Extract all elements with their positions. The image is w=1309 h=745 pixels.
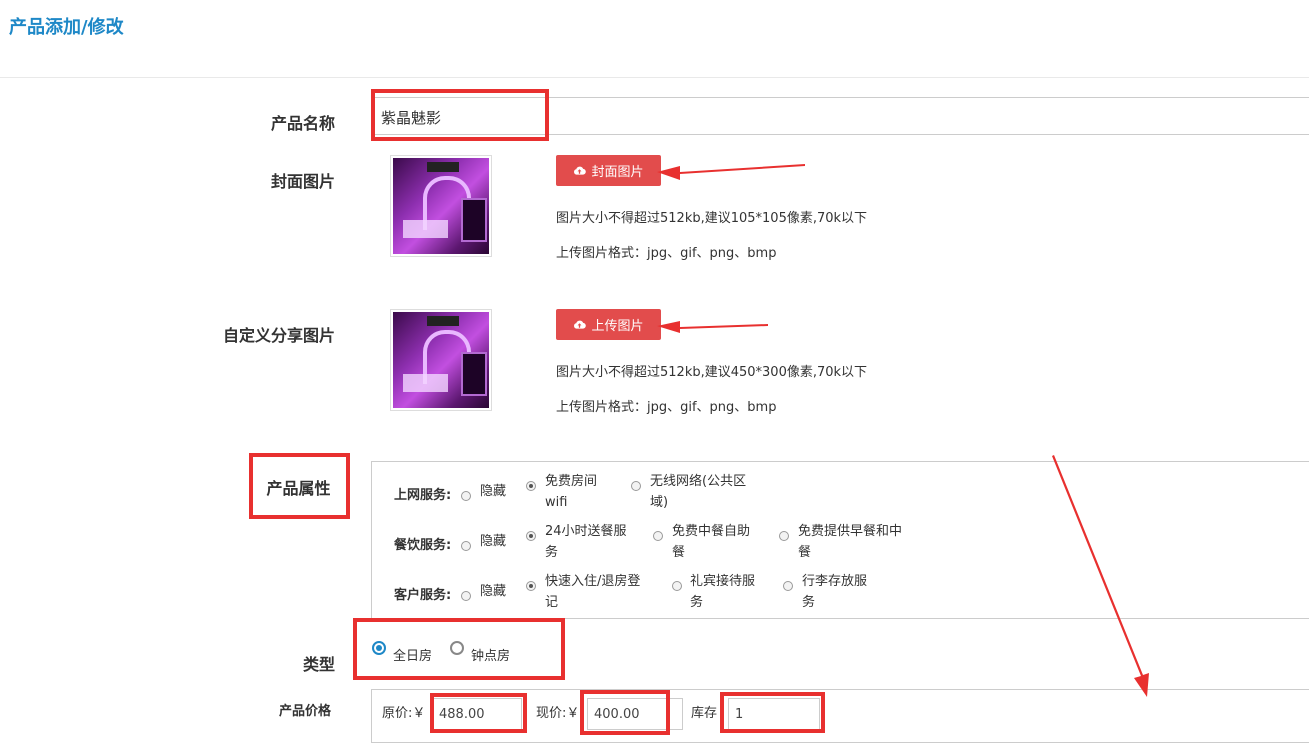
share-upload-label: 上传图片 (591, 319, 644, 334)
dining-buffet-label-2: 餐 (672, 545, 686, 560)
dining-hide-radio[interactable] (461, 536, 471, 555)
customer-checkin-label-2: 记 (545, 595, 559, 610)
type-fullday-radio[interactable] (372, 640, 386, 659)
customer-checkin-label-1: 快速入住/退房登 (545, 574, 641, 589)
internet-wifi-label-2: wifi (545, 495, 568, 510)
original-price-label: 原价:￥ (382, 706, 426, 721)
dining-24h-label-2: 务 (545, 545, 559, 560)
attributes-label: 产品属性 (266, 479, 331, 498)
page-title: 产品添加/修改 (9, 17, 124, 38)
product-name-label: 产品名称 (270, 114, 335, 133)
cover-image-label: 封面图片 (270, 172, 335, 191)
customer-service-label: 客户服务: (394, 588, 452, 603)
share-upload-button[interactable]: 上传图片 (556, 309, 661, 340)
stock-highlight-box (720, 692, 825, 733)
dining-24h-label-1: 24小时送餐服 (545, 524, 627, 539)
dining-buffet-label-1: 免费中餐自助 (672, 524, 751, 539)
customer-luggage-radio[interactable] (783, 576, 793, 595)
dining-buffet-radio[interactable] (653, 526, 663, 545)
dining-24h-radio[interactable] (526, 526, 536, 545)
customer-luggage-label-1: 行李存放服 (802, 574, 868, 589)
cover-arrow (657, 164, 805, 180)
customer-concierge-label-2: 务 (690, 595, 704, 610)
dining-breakfast-label-1: 免费提供早餐和中 (798, 524, 903, 539)
internet-public-label-1: 无线网络(公共区 (650, 474, 747, 489)
cover-upload-button[interactable]: 封面图片 (556, 155, 661, 186)
cloud-upload-icon (574, 320, 587, 329)
original-price-highlight-box (430, 693, 527, 733)
customer-concierge-label-1: 礼宾接待服 (690, 574, 756, 589)
header-divider (0, 77, 1309, 78)
type-label: 类型 (302, 655, 335, 674)
internet-wifi-radio[interactable] (526, 476, 536, 495)
current-price-highlight-box (580, 690, 670, 735)
share-size-hint: 图片大小不得超过512kb,建议450*300像素,70k以下 (556, 365, 868, 380)
internet-public-radio[interactable] (631, 476, 641, 495)
type-hourly-radio[interactable] (450, 640, 464, 659)
customer-hide-radio[interactable] (461, 586, 471, 605)
share-format-hint: 上传图片格式：jpg、gif、png、bmp (556, 400, 777, 415)
attributes-label-box: 产品属性 (249, 453, 350, 519)
internet-public-label-2: 域) (650, 495, 669, 510)
internet-wifi-label-1: 免费房间 (545, 474, 598, 489)
dining-service-label: 餐饮服务: (394, 538, 452, 553)
share-image-thumbnail[interactable] (390, 309, 492, 411)
cloud-upload-icon (574, 166, 587, 175)
cover-size-hint: 图片大小不得超过512kb,建议105*105像素,70k以下 (556, 211, 868, 226)
internet-service-label: 上网服务: (394, 488, 452, 503)
stock-label: 库存 (691, 706, 718, 721)
share-arrow (657, 321, 768, 333)
cover-image-thumbnail[interactable] (390, 155, 492, 257)
cover-format-hint: 上传图片格式：jpg、gif、png、bmp (556, 246, 777, 261)
customer-checkin-radio[interactable] (526, 576, 536, 595)
dining-hide-label: 隐藏 (480, 534, 507, 549)
internet-hide-radio[interactable] (461, 486, 471, 505)
customer-luggage-label-2: 务 (802, 595, 816, 610)
name-highlight-box (371, 89, 549, 141)
cover-upload-label: 封面图片 (591, 165, 644, 180)
type-fullday-label: 全日房 (393, 649, 433, 664)
share-image-label: 自定义分享图片 (222, 326, 335, 345)
customer-concierge-radio[interactable] (672, 576, 682, 595)
dining-breakfast-radio[interactable] (779, 526, 789, 545)
customer-hide-label: 隐藏 (480, 584, 507, 599)
internet-hide-label: 隐藏 (480, 484, 507, 499)
type-hourly-label: 钟点房 (471, 649, 511, 664)
dining-breakfast-label-2: 餐 (798, 545, 812, 560)
price-label: 产品价格 (279, 704, 332, 719)
current-price-label: 现价:￥ (536, 706, 580, 721)
